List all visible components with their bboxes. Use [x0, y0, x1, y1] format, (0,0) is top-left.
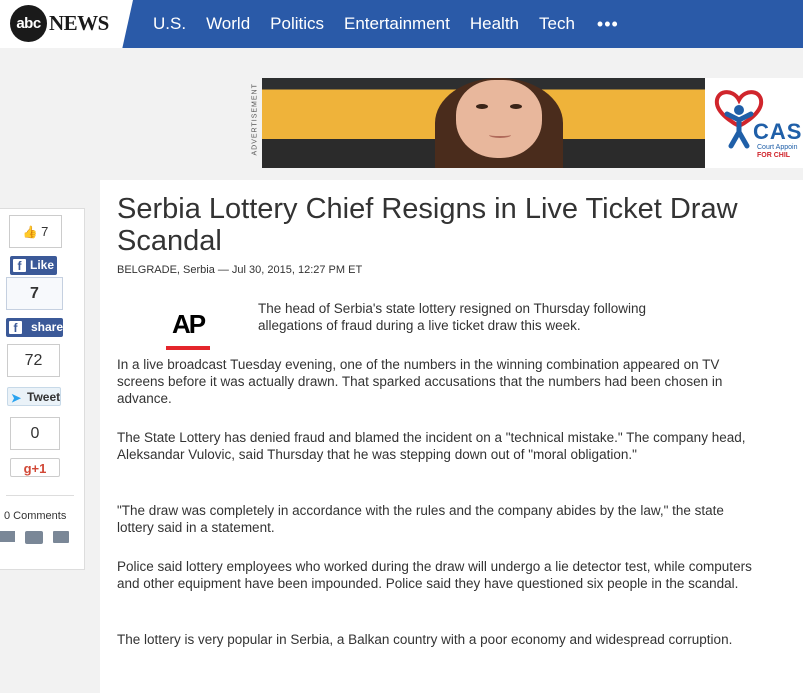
facebook-like-button[interactable]: f Like: [10, 256, 57, 275]
news-logo-text: NEWS: [49, 11, 109, 35]
advertisement-label: ADVERTISEMENT: [251, 83, 259, 156]
tweet-label: Tweet: [27, 390, 61, 404]
facebook-share-count: 7: [6, 277, 63, 310]
ad-girl-image: [430, 78, 568, 168]
nav-world[interactable]: World: [206, 14, 250, 34]
facebook-icon: f: [13, 259, 26, 273]
twitter-bird-icon: ➤: [11, 391, 22, 405]
more-menu-icon[interactable]: •••: [597, 14, 619, 35]
article-dateline: BELGRADE, Serbia — Jul 30, 2015, 12:27 P…: [117, 264, 363, 276]
top-nav-bar: abc NEWS U.S. World Politics Entertainme…: [0, 0, 803, 48]
comment-icon[interactable]: [25, 531, 43, 544]
article-paragraph: The head of Serbia's state lottery resig…: [258, 301, 647, 333]
ap-logo-text: AP: [171, 309, 206, 339]
article-paragraph: Police said lottery employees who worked…: [117, 559, 752, 591]
facebook-share-button[interactable]: f share: [6, 318, 63, 337]
abc-news-logo[interactable]: abc NEWS: [0, 0, 133, 48]
sub-header-bar: [0, 48, 803, 76]
rail-divider: [6, 495, 74, 496]
tweet-button[interactable]: ➤ Tweet: [7, 387, 61, 406]
article-paragraph: In a live broadcast Tuesday evening, one…: [117, 357, 723, 406]
advertisement-label-strip: ADVERTISEMENT: [249, 78, 262, 168]
facebook-like-count-value: 7: [41, 224, 49, 239]
nav-entertainment[interactable]: Entertainment: [344, 14, 450, 34]
article-paragraph: The lottery is very popular in Serbia, a…: [117, 632, 733, 647]
facebook-like-label: Like: [30, 258, 55, 272]
ap-logo-bar: [166, 346, 210, 350]
article-paragraph: "The draw was completely in accordance w…: [117, 503, 724, 535]
ad-brand-text: CAS: [753, 119, 803, 144]
google-plus-count: 0: [10, 417, 60, 450]
article-headline: Serbia Lottery Chief Resigns in Live Tic…: [117, 193, 738, 257]
advertisement-banner[interactable]: ADVERTISEMENT CAS Court Appoin FOR CHIL: [249, 78, 803, 168]
nav-politics[interactable]: Politics: [270, 14, 324, 34]
ad-brand-panel: CAS Court Appoin FOR CHIL: [705, 78, 803, 168]
main-nav: U.S. World Politics Entertainment Health…: [153, 0, 639, 48]
facebook-like-count: 👍 7: [9, 215, 62, 248]
email-icon[interactable]: [0, 531, 15, 542]
ad-brand-subtext: Court Appoin: [757, 144, 798, 151]
thumbs-up-icon: 👍: [22, 225, 38, 239]
comments-link[interactable]: 0 Comments: [4, 510, 66, 522]
facebook-share-label: share: [31, 320, 64, 334]
nav-tech[interactable]: Tech: [539, 14, 575, 34]
facebook-icon: f: [9, 321, 22, 335]
nav-us[interactable]: U.S.: [153, 14, 186, 34]
nav-health[interactable]: Health: [470, 14, 519, 34]
ad-brand-tagline: FOR CHIL: [757, 152, 791, 159]
print-icon[interactable]: [53, 531, 69, 543]
ad-photo: [262, 78, 705, 168]
abc-logo-mark: abc: [10, 5, 47, 42]
google-plus-button[interactable]: g+1: [10, 458, 60, 477]
ap-logo: AP: [166, 309, 210, 350]
article-paragraph: The State Lottery has denied fraud and b…: [117, 430, 746, 462]
tweet-count: 72: [7, 344, 60, 377]
share-rail: 👍 7 f Like 7 f share 72 ➤ Tweet 0 g+1 0 …: [0, 208, 85, 570]
